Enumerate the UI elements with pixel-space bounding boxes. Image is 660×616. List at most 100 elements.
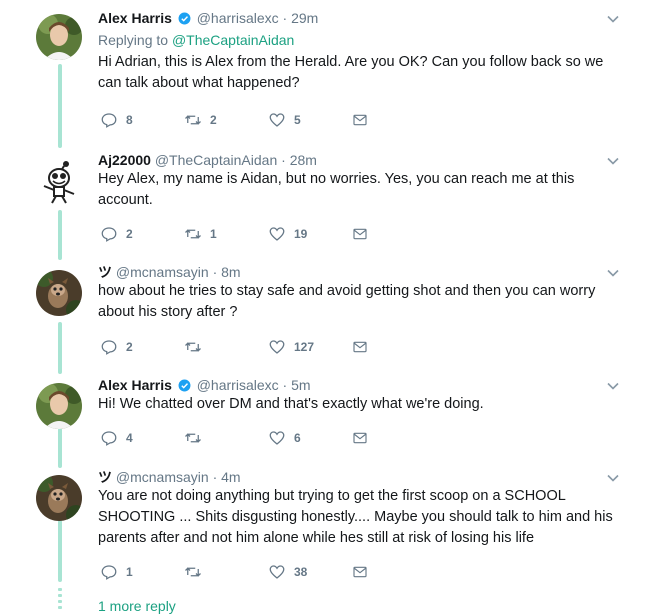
timestamp[interactable]: 8m (221, 264, 240, 280)
thread-line (58, 428, 62, 468)
time-separator: · (208, 264, 222, 280)
display-name[interactable]: Aj22000 (98, 152, 151, 168)
user-handle[interactable]: @mcnamsayin (116, 469, 209, 485)
envelope-icon (353, 228, 367, 240)
chevron-down-icon[interactable] (606, 154, 620, 168)
like-button[interactable]: 6 (268, 429, 352, 447)
direct-message-button[interactable] (352, 563, 376, 581)
like-count: 38 (294, 565, 308, 579)
reply-button[interactable]: 2 (100, 338, 184, 356)
heart-icon (269, 227, 285, 241)
retweet-button[interactable]: 1 (184, 225, 268, 243)
chevron-down-icon[interactable] (606, 379, 620, 393)
direct-message-button[interactable] (352, 111, 376, 129)
tweet-text: Hi! We chatted over DM and that's exactl… (98, 396, 484, 412)
tweet-text: Hi Adrian, this is Alex from the Herald.… (98, 54, 604, 91)
like-count: 19 (294, 227, 308, 241)
chevron-down-icon[interactable] (606, 12, 620, 26)
retweet-icon (185, 342, 201, 352)
reply-icon (101, 113, 117, 128)
direct-message-button[interactable] (352, 338, 376, 356)
chevron-down-icon[interactable] (606, 266, 620, 280)
envelope-icon (353, 566, 367, 578)
thread-dots (58, 588, 62, 612)
heart-icon (269, 340, 285, 354)
reply-icon (101, 431, 117, 446)
timestamp[interactable]: 4m (221, 469, 240, 485)
retweet-count: 2 (210, 113, 217, 127)
heart-icon (269, 565, 285, 579)
reply-count: 2 (126, 227, 133, 241)
reply-button[interactable]: 4 (100, 429, 184, 447)
reply-icon (101, 227, 117, 242)
reply-count: 2 (126, 340, 133, 354)
envelope-icon (353, 114, 367, 126)
display-name[interactable]: ツ (98, 264, 112, 280)
tweet-header: ツ @mcnamsayin · 4m (98, 468, 624, 486)
retweet-icon (185, 567, 201, 577)
like-button[interactable]: 5 (268, 111, 352, 129)
like-count: 6 (294, 431, 301, 445)
retweet-button[interactable] (184, 429, 268, 447)
time-separator: · (278, 377, 292, 393)
direct-message-button[interactable] (352, 225, 376, 243)
thread-line (58, 210, 62, 260)
tweet-text: You are not doing anything but trying to… (98, 488, 613, 546)
reply-icon (101, 565, 117, 580)
more-replies-link[interactable]: 1 more reply (98, 598, 176, 614)
timestamp[interactable]: 29m (291, 10, 318, 26)
avatar[interactable] (36, 270, 82, 316)
like-button[interactable]: 127 (268, 338, 352, 356)
envelope-icon (353, 341, 367, 353)
user-handle[interactable]: @mcnamsayin (116, 264, 209, 280)
display-name[interactable]: Alex Harris (98, 377, 172, 393)
retweet-icon (185, 115, 201, 125)
retweet-button[interactable]: 2 (184, 111, 268, 129)
avatar[interactable] (36, 475, 82, 521)
reply-button[interactable]: 8 (100, 111, 184, 129)
replying-to-mention[interactable]: @TheCaptainAidan (172, 32, 294, 48)
retweet-button[interactable] (184, 563, 268, 581)
chevron-down-icon[interactable] (606, 471, 620, 485)
display-name[interactable]: Alex Harris (98, 10, 172, 26)
like-button[interactable]: 38 (268, 563, 352, 581)
retweet-icon (185, 433, 201, 443)
tweet-text: Hey Alex, my name is Aidan, but no worri… (98, 171, 575, 208)
like-count: 127 (294, 340, 315, 354)
reply-icon (101, 340, 117, 355)
direct-message-button[interactable] (352, 429, 376, 447)
timestamp[interactable]: 5m (291, 377, 310, 393)
replying-to: Replying to @TheCaptainAidan (98, 31, 624, 49)
user-handle[interactable]: @harrisalexc (197, 377, 279, 393)
time-separator: · (278, 10, 292, 26)
reply-count: 1 (126, 565, 133, 579)
thread-line (58, 520, 62, 582)
timestamp[interactable]: 28m (290, 152, 317, 168)
heart-icon (269, 431, 285, 445)
verified-badge-icon (178, 12, 191, 25)
like-button[interactable]: 19 (268, 225, 352, 243)
reply-button[interactable]: 1 (100, 563, 184, 581)
avatar[interactable] (36, 158, 82, 204)
time-separator: · (208, 469, 222, 485)
retweet-icon (185, 229, 201, 239)
verified-badge-icon (178, 379, 191, 392)
reply-button[interactable]: 2 (100, 225, 184, 243)
retweet-count: 1 (210, 227, 217, 241)
avatar[interactable] (36, 383, 82, 429)
tweet-text: how about he tries to stay safe and avoi… (98, 283, 596, 320)
retweet-button[interactable] (184, 338, 268, 356)
thread-line (58, 322, 62, 374)
replying-prefix: Replying to (98, 32, 172, 48)
user-handle[interactable]: @harrisalexc (197, 10, 279, 26)
display-name[interactable]: ツ (98, 469, 112, 485)
time-separator: · (277, 152, 290, 168)
reply-count: 4 (126, 431, 133, 445)
tweet-header: Alex Harris @harrisalexc · 5m (98, 376, 624, 394)
heart-icon (269, 113, 285, 127)
thread-line (58, 64, 62, 148)
envelope-icon (353, 432, 367, 444)
avatar[interactable] (36, 14, 82, 60)
tweet-header: ツ @mcnamsayin · 8m (98, 263, 624, 281)
user-handle[interactable]: @TheCaptainAidan (155, 152, 277, 168)
